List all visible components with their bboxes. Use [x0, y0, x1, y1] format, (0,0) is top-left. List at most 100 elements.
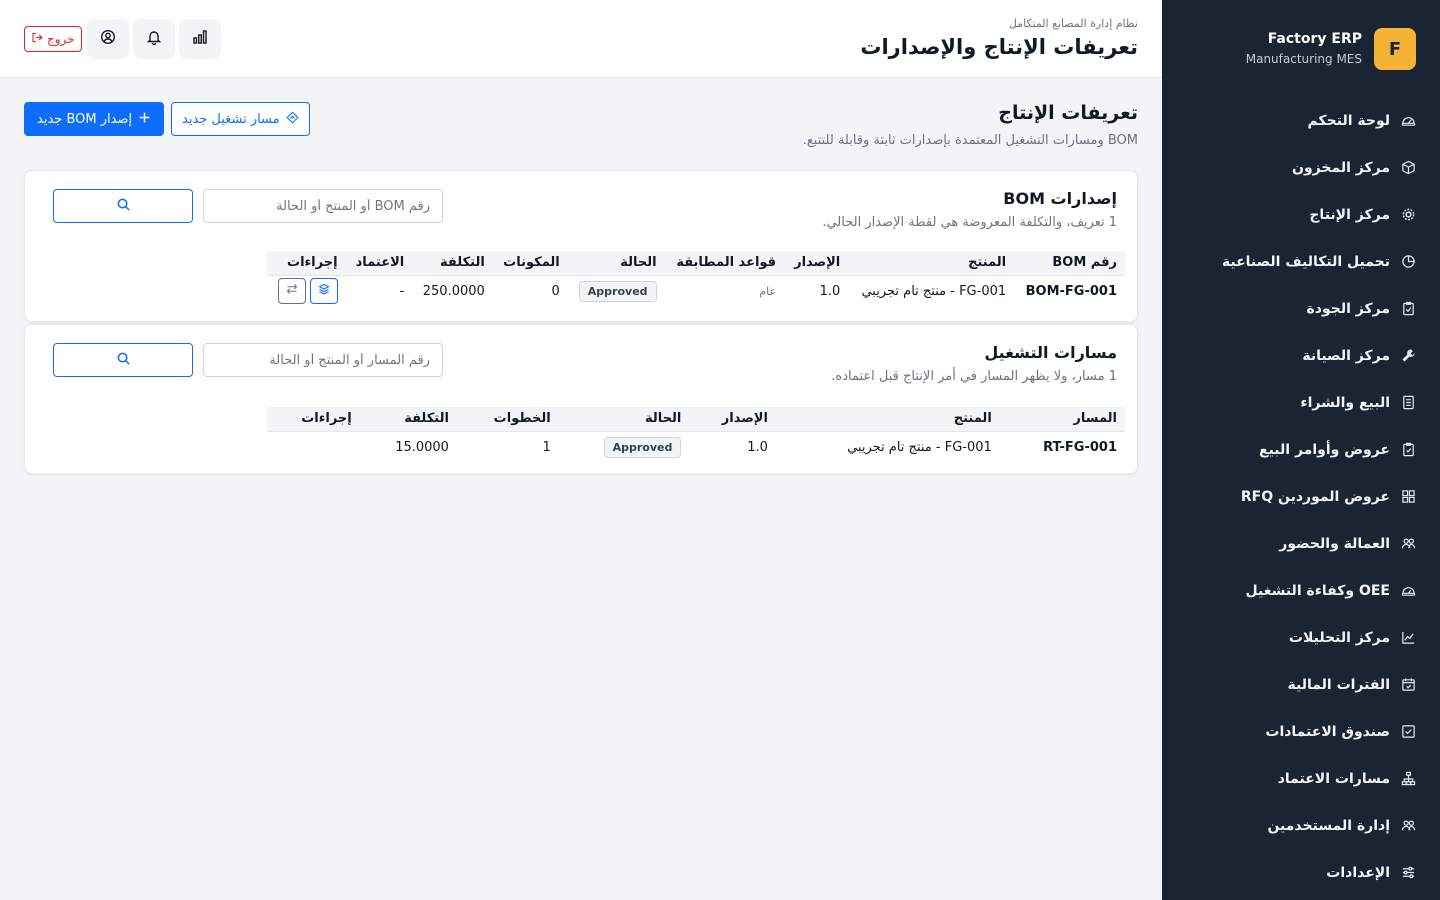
bom-code: BOM-FG-001	[1025, 283, 1117, 299]
swap-version-button[interactable]	[277, 278, 306, 305]
card-title: إصدارات BOM	[1003, 189, 1117, 208]
new-bom-label: إصدار BOM جديد	[37, 111, 133, 127]
status-badge: Approved	[578, 280, 657, 302]
sidebar-item-label: مسارات الاعتماد	[1277, 770, 1390, 787]
graph-up-icon	[1400, 630, 1416, 646]
column-header: الاعتماد	[345, 251, 413, 276]
bom-search-input[interactable]	[203, 189, 443, 223]
logout-button[interactable]: خروج	[24, 26, 82, 52]
header-subtitle: نظام إدارة المصانع المتكامل	[1008, 17, 1138, 30]
sidebar-item-settings[interactable]: الإعدادات	[1162, 849, 1440, 896]
sidebar-item-label: العمالة والحضور	[1279, 535, 1390, 552]
speedometer-icon	[1400, 113, 1416, 129]
sidebar-item-label: إدارة المستخدمين	[1267, 817, 1390, 834]
route-product: FG-001 - منتج تام تجريبي	[847, 439, 992, 455]
sidebar-item-label: مركز الصيانة	[1302, 347, 1390, 364]
grid-icon	[1400, 489, 1416, 505]
section-heading: تعريفات الإنتاج	[998, 102, 1138, 124]
route-actions-cell	[267, 431, 360, 463]
search-icon	[116, 351, 131, 370]
pie-chart-icon	[1400, 254, 1416, 270]
bom-rules: عام	[759, 284, 777, 298]
sidebar-item-users[interactable]: إدارة المستخدمين	[1162, 802, 1440, 849]
bom-cost: 250.0000	[422, 283, 485, 299]
bar-chart-icon	[192, 29, 208, 49]
sidebar-item-label: تحميل التكاليف الصناعية	[1221, 253, 1390, 270]
clipboard-check-icon	[1400, 301, 1416, 317]
sidebar-item-label: لوحة التحكم	[1307, 112, 1390, 129]
sidebar-item-sales-orders[interactable]: عروض وأوامر البيع	[1162, 426, 1440, 473]
route-code: RT-FG-001	[1043, 439, 1117, 455]
new-route-label: مسار تشغيل جديد	[182, 111, 280, 127]
column-header: المنتج	[775, 407, 1000, 432]
new-route-button[interactable]: مسار تشغيل جديد	[171, 102, 310, 136]
table-header-row: رقم BOM المنتج الإصدار قواعد المطابقة ال…	[267, 251, 1125, 276]
new-bom-button[interactable]: إصدار BOM جديد	[24, 102, 165, 136]
sidebar-item-oee[interactable]: OEE وكفاءة التشغيل	[1162, 567, 1440, 614]
check-square-icon	[1400, 724, 1416, 740]
sidebar-nav: لوحة التحكم مركز المخزون مركز الإنتاج تح…	[1162, 97, 1440, 896]
column-header: الحالة	[567, 251, 665, 276]
notifications-button[interactable]	[133, 19, 175, 59]
column-header: المنتج	[848, 251, 1015, 276]
card-description: 1 مسار، ولا يظهر المسار في أمر الإنتاج ق…	[831, 369, 1117, 384]
bom-version: 1.0	[819, 283, 841, 299]
arrow-left-right-icon	[286, 283, 298, 299]
card-description: 1 تعريف، والتكلفة المعروضة هي لقطة الإصد…	[822, 215, 1117, 230]
column-header: قواعد المطابقة	[664, 251, 785, 276]
user-circle-icon	[100, 29, 116, 49]
route-cost: 15.0000	[395, 439, 449, 455]
brand-logo: F	[1374, 28, 1416, 70]
diagram-icon	[1400, 771, 1416, 787]
route-search-button[interactable]	[53, 343, 193, 377]
bom-versions-card: إصدارات BOM 1 تعريف، والتكلفة المعروضة ه…	[24, 170, 1138, 322]
column-header: المسار	[999, 407, 1125, 432]
sidebar-item-label: مركز المخزون	[1292, 159, 1390, 176]
signpost-icon	[286, 110, 299, 128]
sidebar-item-quality[interactable]: مركز الجودة	[1162, 285, 1440, 332]
bom-approval: -	[399, 283, 405, 299]
page-title: تعريفات الإنتاج والإصدارات	[860, 35, 1138, 59]
routes-table: المسار المنتج الإصدار الحالة الخطوات الت…	[267, 407, 1125, 463]
bom-product: FG-001 - منتج تام تجريبي	[861, 283, 1007, 299]
section-description: BOM ومسارات التشغيل المعتمدة بإصدارات ثا…	[802, 133, 1138, 148]
bom-search-button[interactable]	[53, 189, 193, 223]
sidebar-item-dashboard[interactable]: لوحة التحكم	[1162, 97, 1440, 144]
sidebar-item-rfq[interactable]: عروض الموردين RFQ	[1162, 473, 1440, 520]
sidebar-item-analytics[interactable]: مركز التحليلات	[1162, 614, 1440, 661]
sidebar-item-label: الإعدادات	[1326, 864, 1390, 881]
table-header-row: المسار المنتج الإصدار الحالة الخطوات الت…	[267, 407, 1125, 432]
search-icon	[116, 197, 131, 216]
status-badge: Approved	[603, 436, 682, 458]
brand: Factory ERP Manufacturing MES	[1246, 30, 1362, 66]
table-row: RT-FG-001 FG-001 - منتج تام تجريبي 1.0 A…	[267, 431, 1125, 463]
bom-components: 0	[551, 283, 560, 299]
sidebar-item-costs[interactable]: تحميل التكاليف الصناعية	[1162, 238, 1440, 285]
sidebar-item-buy-sell[interactable]: البيع والشراء	[1162, 379, 1440, 426]
route-search-input[interactable]	[203, 343, 443, 377]
sidebar-item-inventory[interactable]: مركز المخزون	[1162, 144, 1440, 191]
calendar-check-icon	[1400, 677, 1416, 693]
sidebar-item-approval-paths[interactable]: مسارات الاعتماد	[1162, 755, 1440, 802]
sidebar-item-labor[interactable]: العمالة والحضور	[1162, 520, 1440, 567]
logout-label: خروج	[47, 32, 75, 46]
route-version: 1.0	[747, 439, 768, 455]
sidebar-item-approvals-inbox[interactable]: صندوق الاعتمادات	[1162, 708, 1440, 755]
sidebar-item-label: عروض وأوامر البيع	[1259, 441, 1390, 458]
wrench-icon	[1400, 348, 1416, 364]
route-steps: 1	[542, 439, 551, 455]
sidebar-item-maintenance[interactable]: مركز الصيانة	[1162, 332, 1440, 379]
route-status-cell: Approved	[559, 431, 690, 463]
column-header: التكلفة	[412, 251, 493, 276]
sidebar-item-fiscal-periods[interactable]: الفترات المالية	[1162, 661, 1440, 708]
sidebar-item-production[interactable]: مركز الإنتاج	[1162, 191, 1440, 238]
sidebar: F Factory ERP Manufacturing MES لوحة الت…	[1162, 0, 1440, 900]
clipboard-icon	[1400, 442, 1416, 458]
column-header: الإصدار	[689, 407, 776, 432]
brand-title: Factory ERP	[1267, 31, 1362, 47]
bom-actions-cell	[267, 275, 346, 307]
view-layers-button[interactable]	[309, 278, 338, 305]
sidebar-item-label: عروض الموردين RFQ	[1240, 488, 1390, 505]
analytics-button[interactable]	[179, 19, 221, 59]
profile-button[interactable]	[87, 19, 129, 59]
